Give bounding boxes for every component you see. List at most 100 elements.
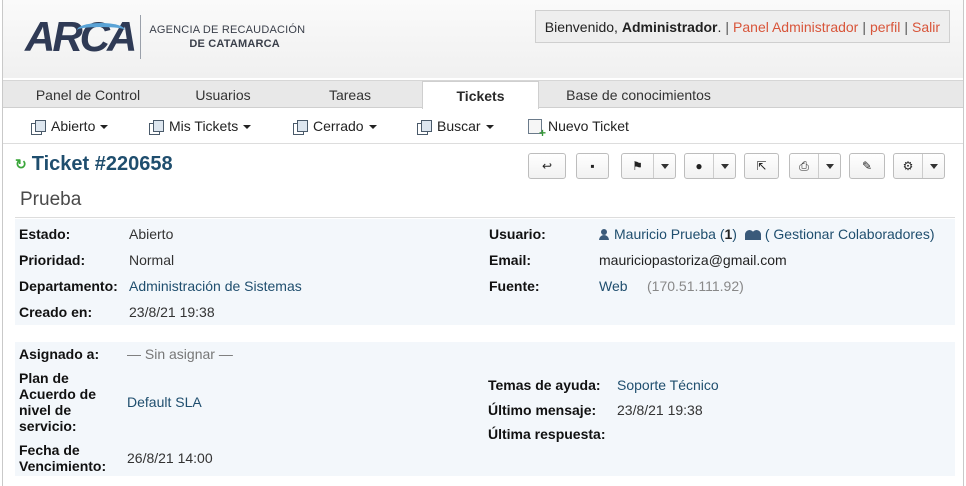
caret-down-icon [653,154,675,178]
share-icon: ⇱ [756,159,767,173]
sla-label-1: Plan de [19,370,69,386]
search-label: Buscar [437,118,481,134]
caret-down-icon [922,154,944,178]
print-document-button[interactable]: ▪ [576,153,609,179]
logo-line-2: DE CATAMARCA [189,38,280,50]
due-value: 26/8/21 14:00 [127,450,213,466]
tickets-icon [417,119,432,135]
logo-divider [140,15,142,59]
tab-knowledge-base[interactable]: Base de conocimientos [551,81,726,109]
search-menu[interactable]: Buscar [417,109,494,144]
assigned-label: Asignado a: [19,346,100,362]
caret-down-icon [818,154,840,178]
caret-down-icon [368,124,377,129]
email-label: Email: [489,252,532,268]
new-ticket-link[interactable]: Nuevo Ticket [528,109,629,144]
app-frame: ARCA AGENCIA DE RECAUDACIÓN DE CATAMARCA… [2,0,964,486]
logo[interactable]: ARCA AGENCIA DE RECAUDACIÓN DE CATAMARCA [25,12,305,62]
closed-tickets-label: Cerrado [313,118,364,134]
sla-value: Default SLA [127,394,202,410]
closed-tickets-menu[interactable]: Cerrado [293,109,377,144]
priority-value: Normal [129,252,175,268]
caret-down-icon [100,124,109,129]
created-value: 23/8/21 19:38 [129,304,215,320]
created-label: Creado en: [19,304,93,320]
source-ip: (170.51.111.92) [647,278,744,294]
last-message-value: 23/8/21 19:38 [617,402,703,418]
reply-icon: ↩ [541,159,553,173]
source-label: Fuente: [489,278,540,294]
edit-button[interactable]: ✎ [849,153,885,179]
tickets-icon [149,119,164,135]
flag-icon: ⚑ [632,159,643,173]
tickets-icon [31,119,46,135]
user-value: Mauricio Prueba (1) ( Gestionar Colabora… [599,226,935,242]
admin-panel-link[interactable]: Panel Administrador [733,19,858,35]
logout-link[interactable]: Salir [912,19,940,35]
ticket-info-panel: Estado: Abierto Prioridad: Normal Depart… [15,219,955,325]
department-value[interactable]: Administración de Sistemas [129,278,302,294]
gear-icon: ⚙ [902,159,914,173]
user-label: Usuario: [489,226,546,242]
ticket-subject: Prueba [20,189,82,210]
welcome-suffix: . [717,18,722,35]
caret-down-icon [713,154,735,178]
header: ARCA AGENCIA DE RECAUDACIÓN DE CATAMARCA… [3,0,963,78]
last-message-label: Último mensaje: [488,402,597,418]
open-tickets-menu[interactable]: Abierto [31,109,109,144]
source-value: Web [599,278,628,294]
new-ticket-label: Nuevo Ticket [548,118,629,134]
logo-line-1: AGENCIA DE RECAUDACIÓN [149,24,306,36]
user-name-link[interactable]: Mauricio Prueba [614,226,716,242]
tab-users[interactable]: Usuarios [173,81,273,109]
assignment-panel: Asignado a: — Sin asignar — Plan de Acue… [15,342,955,476]
separator: | [904,18,908,35]
department-label: Departamento: [19,278,118,294]
caret-down-icon [243,124,252,129]
printer-icon: ⎙ [799,158,809,173]
tab-dashboard[interactable]: Panel de Control [3,81,173,109]
welcome-bar: Bienvenido, Administrador. | Panel Admin… [534,10,950,43]
due-label-2: Vencimiento: [19,458,107,474]
caret-down-icon [485,124,494,129]
sla-label-4: servicio: [19,418,77,434]
tickets-icon [293,119,308,135]
logo-text: AGENCIA DE RECAUDACIÓN DE CATAMARCA [149,23,305,51]
last-response-label: Última respuesta: [488,426,606,442]
my-tickets-menu[interactable]: Mis Tickets [149,109,252,144]
help-topic-value: Soporte Técnico [617,377,719,393]
ticket-toolbar: ↩ ▪ ⚑ ● ⇱ ⎙ ✎ ⚙ [3,153,963,179]
open-tickets-label: Abierto [51,118,96,134]
divider [15,217,955,218]
logo-mark: ARCA [25,13,137,60]
due-label-1: Fecha de [19,442,80,458]
user-count-close: ) [732,226,737,242]
document-icon: ▪ [590,159,595,173]
status-value: Abierto [129,226,174,242]
tab-tickets[interactable]: Tickets [422,81,539,110]
settings-button[interactable]: ⚙ [893,153,945,179]
users-group-icon [744,229,761,240]
user-icon [599,229,609,240]
sla-label-3: nivel de [19,402,72,418]
tab-tasks[interactable]: Tareas [300,81,400,109]
welcome-prefix: Bienvenido, [544,18,618,35]
sla-label-2: Acuerdo de [19,386,97,402]
status-label: Estado: [19,226,71,242]
profile-link[interactable]: perfil [870,19,900,35]
help-topic-label: Temas de ayuda: [488,377,601,393]
ticket-subnav: Abierto Mis Tickets Cerrado Buscar Nuevo… [3,109,963,144]
main-tabs: Panel de Control Usuarios Tareas Tickets… [3,80,963,110]
assign-button[interactable]: ● [684,153,736,179]
manage-collaborators-link[interactable]: ( Gestionar Colaboradores) [765,226,935,242]
separator: | [862,18,866,35]
transfer-button[interactable]: ⇱ [744,153,779,179]
new-ticket-icon [528,119,546,138]
my-tickets-label: Mis Tickets [169,118,239,134]
reply-button[interactable]: ↩ [528,153,566,179]
flag-button[interactable]: ⚑ [621,153,676,179]
edit-icon: ✎ [861,159,873,173]
priority-label: Prioridad: [19,252,86,268]
print-button[interactable]: ⎙ [789,153,841,179]
user-icon: ● [695,159,703,173]
